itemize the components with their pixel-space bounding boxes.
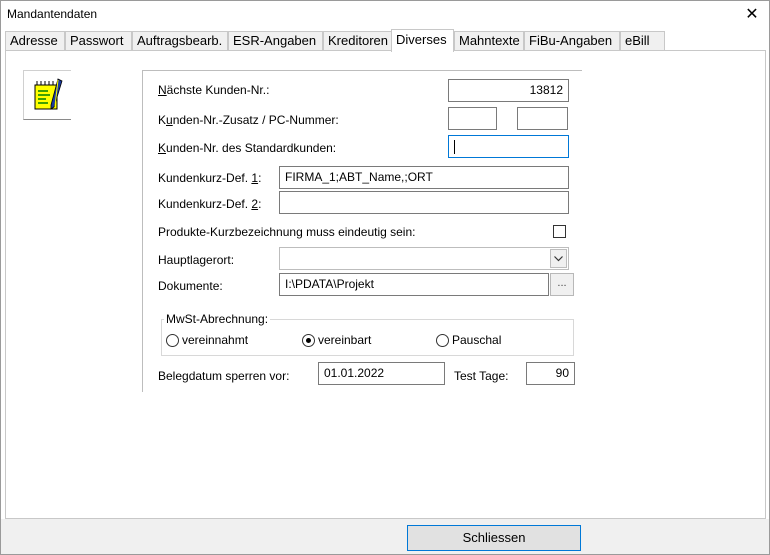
short-def-2-label: Kundenkurz-Def. 2: <box>158 197 262 211</box>
tab-fibu-angaben[interactable]: FiBu-Angaben <box>524 31 620 51</box>
tab-esr-angaben[interactable]: ESR-Angaben <box>228 31 323 51</box>
diverses-icon-frame <box>23 70 71 120</box>
tab-auftragsbearb[interactable]: Auftragsbearb. <box>132 31 228 51</box>
main-storage-dropdown-button[interactable] <box>550 249 567 268</box>
main-storage-label: Hauptlagerort: <box>158 253 235 267</box>
documents-path-field[interactable]: I:\PDATA\Projekt <box>279 273 549 296</box>
tab-passwort[interactable]: Passwort <box>65 31 132 51</box>
lock-date-field[interactable]: 01.01.2022 <box>318 362 445 385</box>
standard-customer-label: Kunden-Nr. des Standardkunden: <box>158 141 337 155</box>
close-button-label: Schliessen <box>462 530 526 545</box>
notepad-pencil-icon <box>34 78 63 110</box>
main-storage-combobox[interactable] <box>279 247 569 270</box>
short-def-2-field[interactable] <box>279 191 569 214</box>
tab-mahntexte[interactable]: Mahntexte <box>454 31 524 51</box>
documents-browse-button[interactable]: ... <box>550 273 574 296</box>
footer-bar <box>1 519 769 554</box>
next-customer-no-field[interactable]: 13812 <box>448 79 569 102</box>
title-bar: Mandantendaten ✕ <box>1 1 769 27</box>
short-def-1-label: Kundenkurz-Def. 1: <box>158 171 262 185</box>
vat-option-label: Pauschal <box>452 333 502 347</box>
tab-diverses[interactable]: Diverses <box>391 29 454 52</box>
close-icon: ✕ <box>745 6 759 23</box>
vat-option-vereinnahmt[interactable]: vereinnahmt <box>166 333 248 347</box>
vat-option-vereinbart[interactable]: vereinbart <box>302 333 371 347</box>
standard-customer-field[interactable] <box>448 135 569 158</box>
short-def-1-field[interactable]: FIRMA_1;ABT_Name,;ORT <box>279 166 569 189</box>
pc-number-field[interactable] <box>517 107 568 130</box>
form-frame-top <box>142 70 582 71</box>
text-caret <box>454 139 455 154</box>
next-customer-no-label: Nächste Kunden-Nr.: <box>158 83 270 97</box>
test-days-field[interactable]: 90 <box>526 362 575 385</box>
mandantendaten-window: Mandantendaten ✕ Adresse Passwort Auftra… <box>0 0 770 555</box>
close-button[interactable]: Schliessen <box>407 525 581 551</box>
window-close-button[interactable]: ✕ <box>735 1 769 27</box>
vat-option-label: vereinnahmt <box>182 333 249 347</box>
vat-option-pauschal[interactable]: Pauschal <box>436 333 501 347</box>
window-title: Mandantendaten <box>7 7 98 21</box>
radio-circle <box>436 333 449 347</box>
chevron-down-icon <box>554 255 563 261</box>
unique-short-desc-label: Produkte-Kurzbezeichnung muss eindeutig … <box>158 225 416 239</box>
customer-suffix-field[interactable] <box>448 107 497 130</box>
customer-suffix-label: Kunden-Nr.-Zusatz / PC-Nummer: <box>158 113 339 127</box>
radio-circle-checked <box>302 333 315 347</box>
radio-circle <box>166 333 179 347</box>
lock-date-label: Belegdatum sperren vor: <box>158 369 290 383</box>
diverses-panel: Nächste Kunden-Nr.: 13812 Kunden-Nr.-Zus… <box>5 50 766 519</box>
test-days-label: Test Tage: <box>454 369 509 383</box>
vat-option-label: vereinbart <box>318 333 372 347</box>
vat-legend: MwSt-Abrechnung: <box>164 312 271 326</box>
tab-strip: Adresse Passwort Auftragsbearb. ESR-Anga… <box>5 29 765 52</box>
unique-short-desc-checkbox[interactable] <box>553 225 566 238</box>
form-frame-left <box>142 70 143 392</box>
documents-label: Dokumente: <box>158 279 223 293</box>
tab-kreditoren[interactable]: Kreditoren <box>323 31 392 51</box>
tab-ebill[interactable]: eBill <box>620 31 665 51</box>
tab-adresse[interactable]: Adresse <box>5 31 65 51</box>
